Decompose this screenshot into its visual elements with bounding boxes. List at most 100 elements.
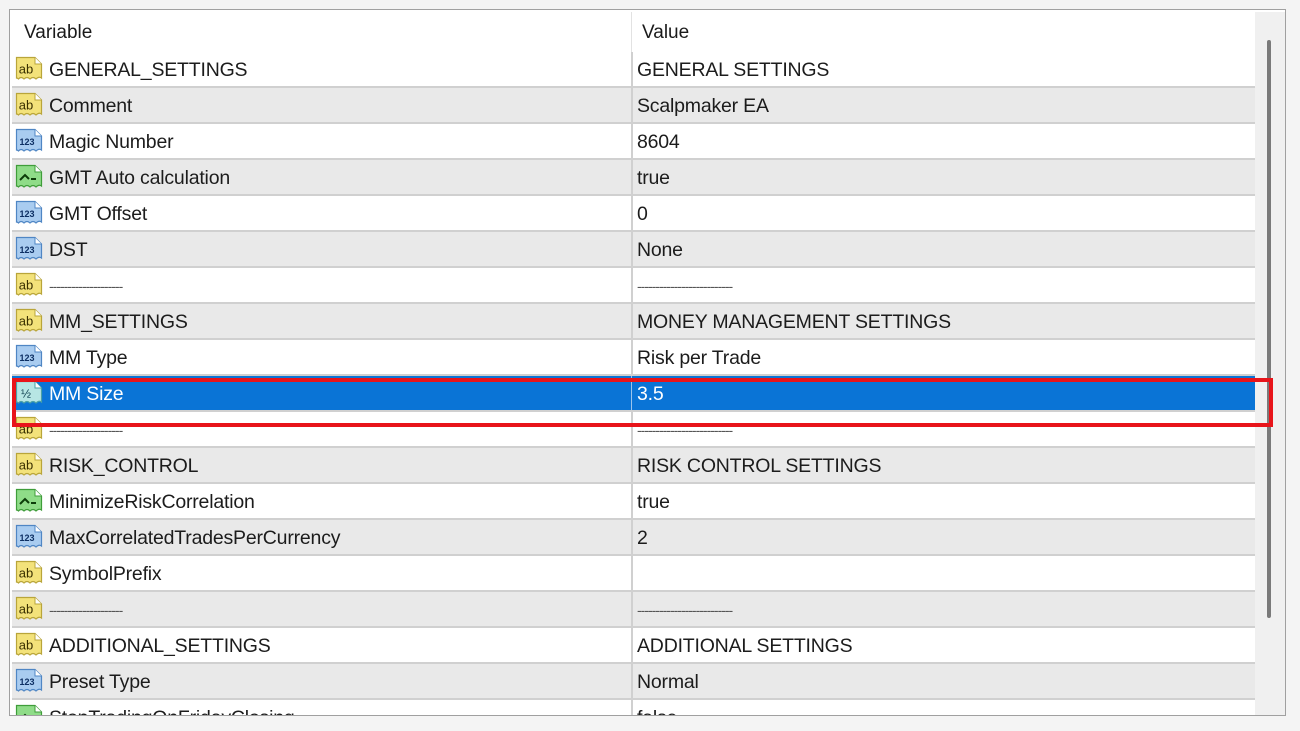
string-icon: ab bbox=[15, 416, 43, 440]
variable-name: -------------------- bbox=[49, 278, 123, 294]
variable-name: ADDITIONAL_SETTINGS bbox=[49, 635, 271, 657]
inputs-panel: Variable Value ab GENERAL_SETTINGS GENERAL… bbox=[9, 9, 1286, 716]
variable-value[interactable]: ADDITIONAL SETTINGS bbox=[637, 628, 853, 662]
column-divider bbox=[631, 88, 633, 122]
variable-value[interactable]: MONEY MANAGEMENT SETTINGS bbox=[637, 304, 951, 338]
variable-value[interactable]: 3.5 bbox=[637, 376, 664, 410]
table-row[interactable]: ab RISK_CONTROL RISK CONTROL SETTINGS bbox=[12, 448, 1262, 484]
variable-value[interactable]: false bbox=[637, 700, 677, 715]
variable-value[interactable]: Risk per Trade bbox=[637, 340, 761, 374]
variable-name: SymbolPrefix bbox=[49, 563, 162, 585]
variable-name: -------------------- bbox=[49, 422, 123, 438]
table-body: ab GENERAL_SETTINGS GENERAL SETTINGS ab Comm… bbox=[12, 52, 1262, 715]
integer-icon: 123 bbox=[15, 524, 43, 548]
column-divider bbox=[631, 484, 633, 518]
table-header: Variable Value bbox=[12, 12, 1262, 52]
column-divider bbox=[631, 160, 633, 194]
variable-value[interactable]: true bbox=[637, 484, 670, 518]
svg-text:ab: ab bbox=[19, 602, 33, 617]
variable-name: DST bbox=[49, 239, 88, 261]
bool-icon bbox=[15, 704, 43, 715]
variable-name: -------------------- bbox=[49, 602, 123, 618]
table-row[interactable]: ab Comment Scalpmaker EA bbox=[12, 88, 1262, 124]
svg-text:ab: ab bbox=[19, 98, 33, 113]
table-row[interactable]: 123 MaxCorrelatedTradesPerCurrency 2 bbox=[12, 520, 1262, 556]
table-row[interactable]: 123 GMT Offset 0 bbox=[12, 196, 1262, 232]
bool-icon bbox=[15, 488, 43, 512]
string-icon: ab bbox=[15, 56, 43, 80]
scrollbar-thumb[interactable] bbox=[1267, 40, 1271, 618]
svg-text:ab: ab bbox=[19, 638, 33, 653]
table-row[interactable]: ab -------------------- ------------------… bbox=[12, 268, 1262, 304]
string-icon: ab bbox=[15, 92, 43, 116]
table-row[interactable]: 123 MM Type Risk per Trade bbox=[12, 340, 1262, 376]
column-divider bbox=[631, 340, 633, 374]
variable-value[interactable]: GENERAL SETTINGS bbox=[637, 52, 829, 86]
variable-value[interactable]: 2 bbox=[637, 520, 648, 554]
table-row[interactable]: ab -------------------- ------------------… bbox=[12, 592, 1262, 628]
variable-name: MM Type bbox=[49, 347, 128, 369]
table-row[interactable]: ab MM_SETTINGS MONEY MANAGEMENT SETTINGS bbox=[12, 304, 1262, 340]
background bbox=[0, 716, 1300, 731]
table-row[interactable]: ab -------------------- ------------------… bbox=[12, 412, 1262, 448]
column-divider bbox=[631, 124, 633, 158]
bool-icon bbox=[15, 164, 43, 188]
string-icon: ab bbox=[15, 596, 43, 620]
variable-value[interactable]: None bbox=[637, 232, 683, 266]
column-divider bbox=[631, 196, 633, 230]
column-divider[interactable] bbox=[631, 12, 632, 52]
string-icon: ab bbox=[15, 452, 43, 476]
svg-text:123: 123 bbox=[19, 533, 34, 543]
variable-value[interactable]: -------------------------- bbox=[637, 412, 733, 446]
variable-value[interactable]: true bbox=[637, 160, 670, 194]
table-row[interactable]: 123 Preset Type Normal bbox=[12, 664, 1262, 700]
variable-value[interactable]: 0 bbox=[637, 196, 648, 230]
string-icon: ab bbox=[15, 560, 43, 584]
column-header-variable[interactable]: Variable bbox=[24, 12, 92, 52]
column-divider bbox=[631, 232, 633, 266]
column-divider bbox=[631, 52, 633, 86]
integer-icon: 123 bbox=[15, 344, 43, 368]
svg-text:ab: ab bbox=[19, 458, 33, 473]
table-row[interactable]: 123 DST None bbox=[12, 232, 1262, 268]
column-divider bbox=[631, 448, 633, 482]
column-header-value[interactable]: Value bbox=[642, 12, 689, 52]
variable-name: MinimizeRiskCorrelation bbox=[49, 491, 255, 513]
svg-text:ab: ab bbox=[19, 62, 33, 77]
table-row-selected[interactable]: ½ MM Size 3.5 bbox=[12, 376, 1262, 412]
table-row[interactable]: MinimizeRiskCorrelation true bbox=[12, 484, 1262, 520]
svg-text:123: 123 bbox=[19, 137, 34, 147]
variable-value[interactable]: -------------------------- bbox=[637, 268, 733, 302]
variable-name: GMT Offset bbox=[49, 203, 148, 225]
table-row[interactable]: GMT Auto calculation true bbox=[12, 160, 1262, 196]
variable-name: Magic Number bbox=[49, 131, 174, 153]
column-divider bbox=[631, 268, 633, 302]
column-divider bbox=[631, 412, 633, 446]
table-row[interactable]: ab ADDITIONAL_SETTINGS ADDITIONAL SETTINGS bbox=[12, 628, 1262, 664]
svg-text:ab: ab bbox=[19, 314, 33, 329]
variable-name: Preset Type bbox=[49, 671, 151, 693]
variable-value[interactable]: 8604 bbox=[637, 124, 680, 158]
variable-value[interactable]: Normal bbox=[637, 664, 699, 698]
variable-name: Comment bbox=[49, 95, 133, 117]
svg-text:123: 123 bbox=[19, 353, 34, 363]
parameters-table: Variable Value ab GENERAL_SETTINGS GENERAL… bbox=[12, 12, 1262, 715]
svg-text:123: 123 bbox=[19, 245, 34, 255]
variable-value[interactable]: RISK CONTROL SETTINGS bbox=[637, 448, 881, 482]
table-row[interactable]: 123 Magic Number 8604 bbox=[12, 124, 1262, 160]
column-divider bbox=[631, 664, 633, 698]
integer-icon: 123 bbox=[15, 200, 43, 224]
table-row[interactable]: ab GENERAL_SETTINGS GENERAL SETTINGS bbox=[12, 52, 1262, 88]
variable-name: RISK_CONTROL bbox=[49, 455, 199, 477]
double-icon: ½ bbox=[15, 380, 43, 404]
variable-value[interactable]: -------------------------- bbox=[637, 592, 733, 626]
variable-name: MaxCorrelatedTradesPerCurrency bbox=[49, 527, 341, 549]
svg-text:123: 123 bbox=[19, 209, 34, 219]
variable-name: MM Size bbox=[49, 383, 124, 405]
variable-value[interactable]: Scalpmaker EA bbox=[637, 88, 769, 122]
column-divider bbox=[631, 592, 633, 626]
table-row[interactable]: StopTradingOnFridayClosing false bbox=[12, 700, 1262, 715]
svg-text:ab: ab bbox=[19, 278, 33, 293]
variable-name: GENERAL_SETTINGS bbox=[49, 59, 248, 81]
table-row[interactable]: ab SymbolPrefix bbox=[12, 556, 1262, 592]
